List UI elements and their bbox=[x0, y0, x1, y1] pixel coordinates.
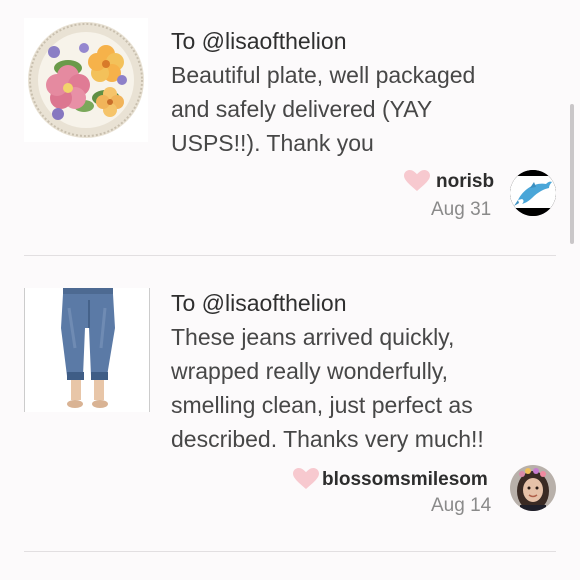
review-date: Aug 31 bbox=[431, 199, 492, 220]
heart-icon[interactable] bbox=[404, 170, 430, 192]
reviewer-avatar[interactable] bbox=[510, 465, 556, 511]
review-message: These jeans arrived quickly, wrapped rea… bbox=[171, 324, 484, 452]
reviewer-username[interactable]: blossomsmilesom bbox=[322, 469, 488, 491]
review-thumbnail-jeans[interactable] bbox=[24, 288, 150, 412]
review-thumbnail-plate[interactable] bbox=[24, 18, 148, 142]
scrollbar[interactable] bbox=[570, 104, 574, 244]
reviewer-avatar[interactable] bbox=[510, 170, 556, 216]
review-date: Aug 14 bbox=[431, 495, 492, 516]
dolphin-icon bbox=[510, 170, 556, 216]
review-recipient: To @lisaofthelion bbox=[171, 290, 347, 316]
review-card: To @lisaofthelion These jeans arrived qu… bbox=[24, 256, 556, 552]
reviewer-username[interactable]: norisb bbox=[436, 171, 494, 193]
review-recipient: To @lisaofthelion bbox=[171, 28, 347, 54]
divider bbox=[24, 551, 556, 552]
heart-icon[interactable] bbox=[293, 468, 319, 490]
review-card: To @lisaofthelion Beautiful plate, well … bbox=[24, 18, 556, 254]
jeans-icon bbox=[25, 288, 149, 412]
review-message: Beautiful plate, well packaged and safel… bbox=[171, 62, 476, 156]
woman-portrait-icon bbox=[510, 465, 556, 511]
floral-plate-icon bbox=[24, 18, 148, 142]
